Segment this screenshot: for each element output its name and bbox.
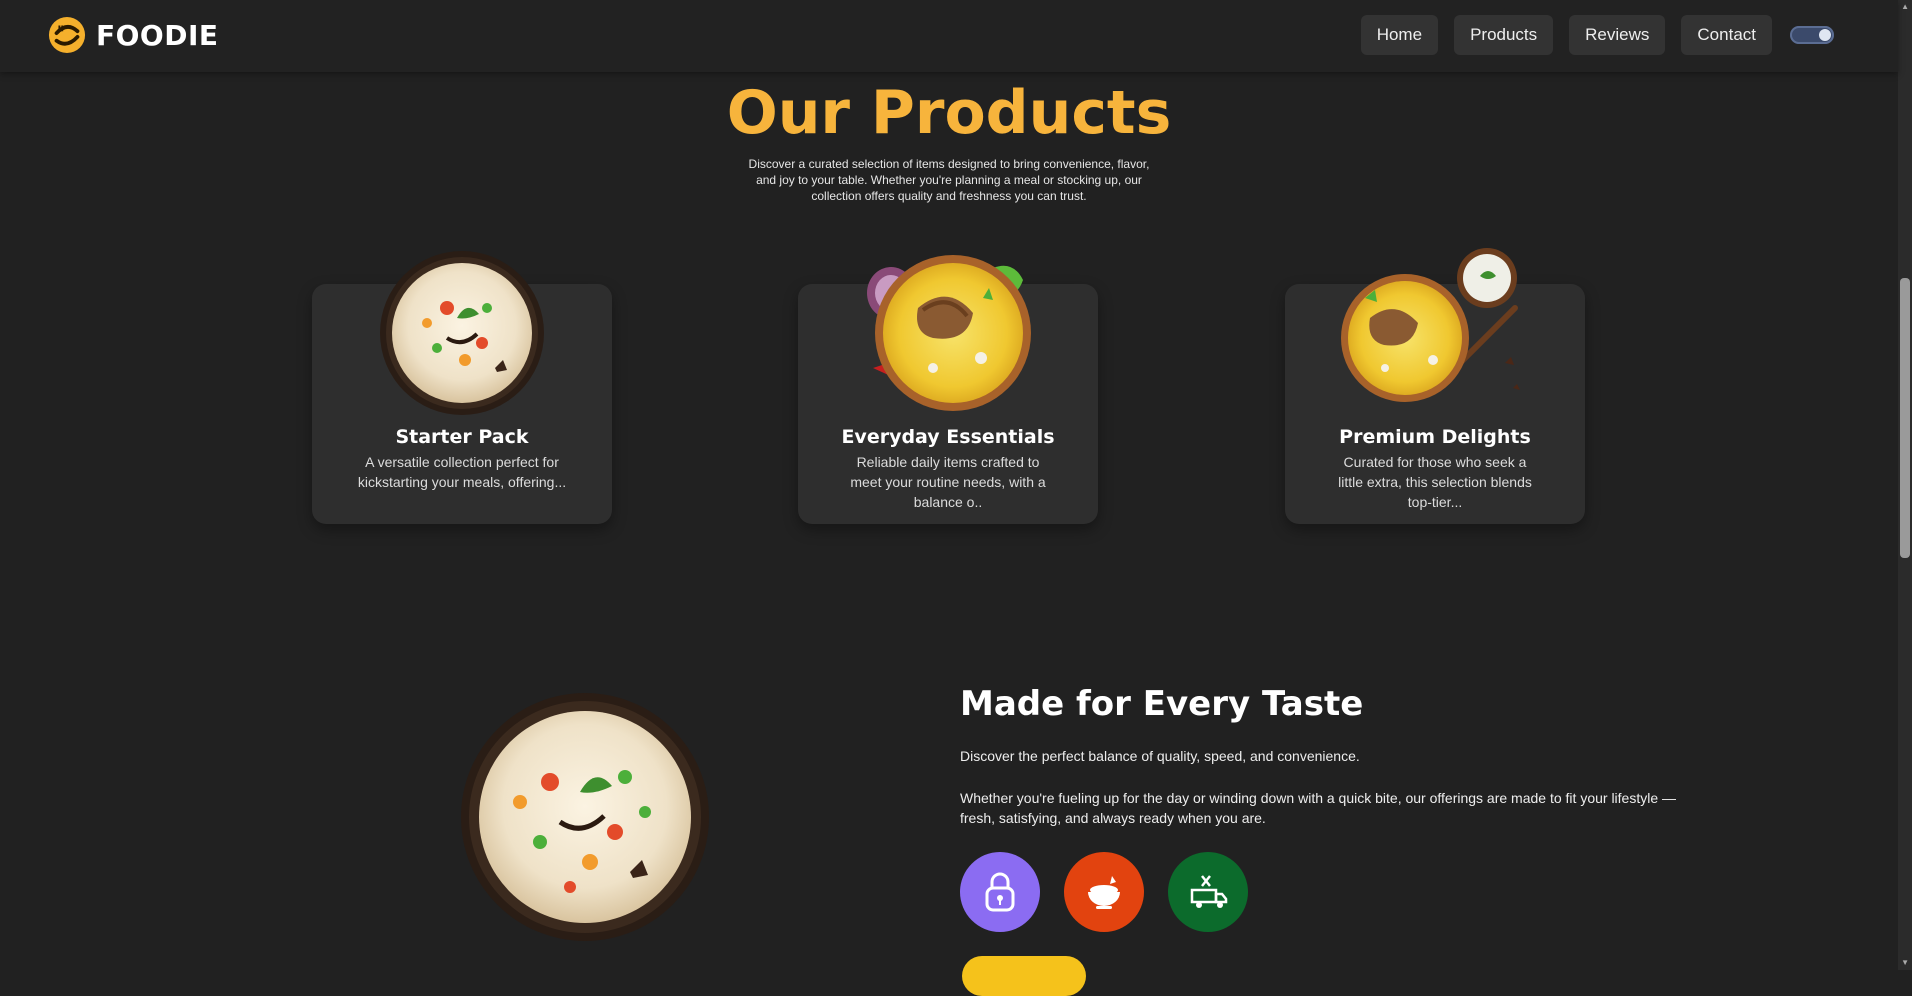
toggle-knob [1819,29,1831,41]
top-navbar: FOODIE Home Products Reviews Contact [0,0,1898,72]
foodie-logo-icon [48,16,86,54]
nav-reviews[interactable]: Reviews [1569,15,1666,55]
taste-intro-text: Discover the perfect balance of quality,… [960,748,1360,764]
taste-body-text: Whether you're fueling up for the day or… [960,790,1677,826]
padlock-icon [985,872,1015,912]
product-card-everyday-essentials[interactable]: Everyday Essentials Reliable daily items… [798,255,1098,524]
product-card-starter-pack[interactable]: Starter Pack A versatile collection perf… [312,251,612,524]
taste-section-title: Made for Every Taste [960,684,1364,724]
scroll-down-arrow-icon[interactable]: ▼ [1901,959,1909,967]
feature-delivery[interactable] [1168,852,1248,932]
card-description: Curated for those who seek a little extr… [1338,454,1532,510]
card-title: Starter Pack [395,426,529,448]
feature-meals[interactable] [1064,852,1144,932]
biryani-bowl-image [380,251,544,415]
feature-secure[interactable] [960,852,1040,932]
card-title: Everyday Essentials [841,426,1055,448]
nav-contact[interactable]: Contact [1681,15,1772,55]
chicken-biryani-image [867,255,1031,411]
nav-links: Home Products Reviews Contact [1360,15,1772,55]
products-title: Our Products [726,78,1172,148]
nav-products[interactable]: Products [1454,15,1554,55]
product-card-premium-delights[interactable]: Premium Delights Curated for those who s… [1285,248,1585,524]
theme-toggle[interactable] [1790,26,1834,44]
card-title: Premium Delights [1339,426,1531,448]
biryani-raita-image [1341,248,1520,402]
nav-home[interactable]: Home [1360,15,1439,55]
brand-name: FOODIE [96,18,219,52]
food-truck-icon [1190,875,1228,908]
scroll-thumb[interactable] [1900,278,1910,558]
products-description: Discover a curated selection of items de… [748,157,1150,203]
card-description: Reliable daily items crafted to meet you… [850,454,1046,510]
food-bowl-icon [1088,876,1120,909]
brand-logo[interactable]: FOODIE [48,16,219,54]
scroll-up-arrow-icon[interactable]: ▲ [1901,3,1909,11]
page-scrollbar[interactable]: ▲ ▼ [1898,0,1912,970]
card-description: A versatile collection perfect for kicks… [357,454,567,490]
featured-biryani-bowl-image [461,693,709,941]
cta-button[interactable] [962,956,1086,996]
